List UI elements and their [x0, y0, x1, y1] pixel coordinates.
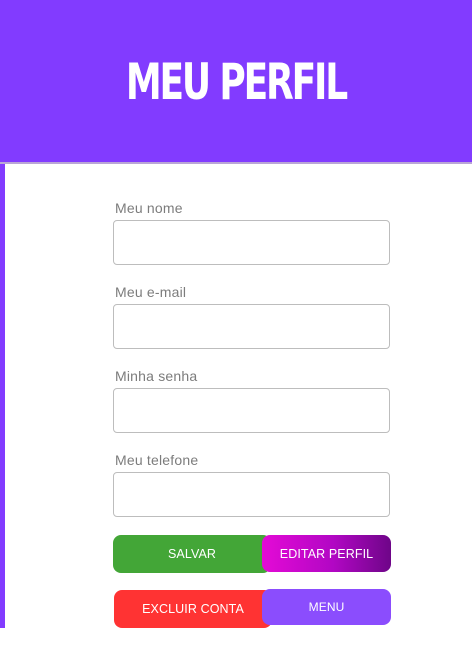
edit-profile-button[interactable]: EDITAR PERFIL	[262, 535, 391, 572]
name-input[interactable]	[113, 220, 390, 265]
page-title: MEU PERFIL	[125, 53, 348, 111]
email-input[interactable]	[113, 304, 390, 349]
page-header: MEU PERFIL	[0, 0, 472, 162]
delete-account-button[interactable]: EXCLUIR CONTA	[114, 590, 272, 628]
header-divider	[0, 162, 472, 164]
name-label: Meu nome	[115, 200, 183, 216]
password-input[interactable]	[113, 388, 390, 433]
menu-button[interactable]: MENU	[262, 589, 391, 625]
email-label: Meu e-mail	[115, 284, 187, 300]
save-button[interactable]: SALVAR	[113, 535, 271, 573]
phone-label: Meu telefone	[115, 452, 199, 468]
password-label: Minha senha	[115, 368, 198, 384]
phone-input[interactable]	[113, 472, 390, 517]
left-accent-bar	[0, 164, 5, 628]
